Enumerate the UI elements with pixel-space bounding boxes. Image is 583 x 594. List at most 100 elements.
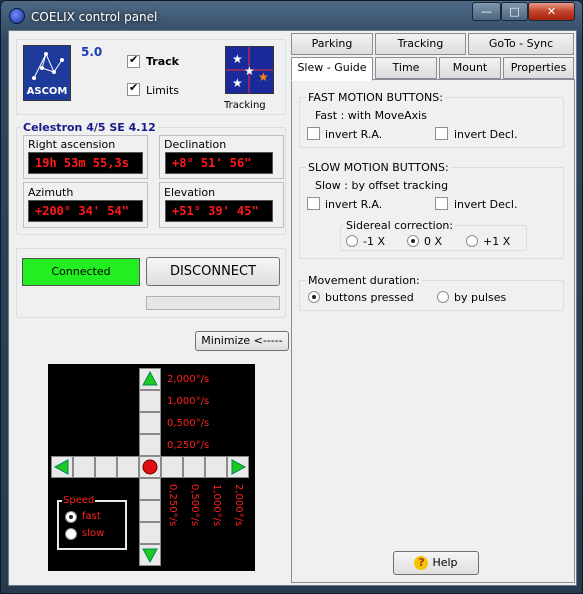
sidereal-minus1-label: -1 X xyxy=(363,235,385,248)
track-checkbox[interactable] xyxy=(127,53,140,68)
movement-title: Movement duration: xyxy=(306,274,422,287)
green-right-arrow-icon xyxy=(231,459,247,475)
tab-slew-guide[interactable]: Slew - Guide xyxy=(291,57,373,81)
tab-time[interactable]: Time xyxy=(375,57,437,79)
tab-page xyxy=(291,79,575,583)
green-left-arrow-icon xyxy=(53,459,69,475)
north-speed-4-button[interactable] xyxy=(139,434,161,456)
ascom-logo: ASCOM xyxy=(23,45,71,101)
west-speed-4-button[interactable] xyxy=(117,456,139,478)
disconnect-button[interactable]: DISCONNECT xyxy=(146,257,280,286)
tab-mount[interactable]: Mount xyxy=(439,57,501,79)
green-up-arrow-icon xyxy=(142,370,158,386)
az-label: Azimuth xyxy=(28,186,74,199)
limits-checkbox[interactable] xyxy=(127,81,140,96)
south-speed-4-button[interactable] xyxy=(139,478,161,500)
slow-invert-dec-checkbox[interactable] xyxy=(435,197,448,210)
constellation-icon xyxy=(32,52,64,80)
tab-tracking[interactable]: Tracking xyxy=(375,33,466,55)
south-speed-2-button[interactable] xyxy=(139,522,161,544)
north-speed-2-button[interactable] xyxy=(139,390,161,412)
ra-value: 19h 53m 55,3s xyxy=(28,152,143,174)
slow-invert-dec-label: invert Decl. xyxy=(454,198,518,211)
tracking-icon[interactable]: ★ ★ ★ ★ xyxy=(225,46,274,94)
fast-label: fast xyxy=(82,511,101,522)
telescope-group-title: Celestron 4/5 SE 4.12 xyxy=(21,121,158,134)
sidereal-title: Sidereal correction: xyxy=(344,219,456,232)
maximize-window-button[interactable]: □ xyxy=(501,2,528,21)
speed-label-up-4: 0,250°/s xyxy=(167,440,210,451)
title-bar[interactable]: COELIX control panel — □ ✕ xyxy=(1,1,583,31)
south-speed-3-button[interactable] xyxy=(139,500,161,522)
dec-label: Declination xyxy=(164,138,227,151)
speed-label-up-2: 1,000°/s xyxy=(167,396,210,407)
sidereal-minus1-radio[interactable] xyxy=(346,235,358,247)
west-speed-2-button[interactable] xyxy=(73,456,95,478)
svg-text:★: ★ xyxy=(232,52,243,66)
north-speed-3-button[interactable] xyxy=(139,412,161,434)
speed-label-down-2: 0,500°/s xyxy=(189,484,200,527)
fast-motion-title: FAST MOTION BUTTONS: xyxy=(306,91,445,104)
east-speed-2-button[interactable] xyxy=(205,456,227,478)
logo-text: ASCOM xyxy=(26,86,68,97)
stop-button[interactable] xyxy=(139,456,161,478)
tab-goto-sync[interactable]: GoTo - Sync xyxy=(468,33,574,55)
slow-radio[interactable] xyxy=(65,528,77,540)
east-fast-button[interactable] xyxy=(227,456,249,478)
sidereal-plus1-label: +1 X xyxy=(483,235,511,248)
tracking-icon-label: Tracking xyxy=(224,100,266,111)
help-label: Help xyxy=(432,556,458,569)
fast-radio[interactable] xyxy=(65,511,77,523)
svg-text:★: ★ xyxy=(232,76,243,90)
fast-invert-dec-checkbox[interactable] xyxy=(435,127,448,140)
by-pulses-radio[interactable] xyxy=(437,291,449,303)
by-pulses-label: by pulses xyxy=(454,291,507,304)
green-down-arrow-icon xyxy=(142,548,158,564)
buttons-pressed-label: buttons pressed xyxy=(325,291,414,304)
direction-pad: 2,000°/s 1,000°/s 0,500°/s 0,250°/s 0,25… xyxy=(48,364,255,571)
speed-group-title: Speed xyxy=(62,495,96,506)
speed-label-down-1: 0,250°/s xyxy=(167,484,178,527)
slow-motion-title: SLOW MOTION BUTTONS: xyxy=(306,161,451,174)
client-area: ASCOM 5.0 Track Limits ★ ★ ★ ★ Tracking … xyxy=(8,30,577,586)
main-window: COELIX control panel — □ ✕ ASCOM 5.0 Tra… xyxy=(0,0,583,594)
az-value: +200° 34' 54" xyxy=(28,200,143,222)
slow-invert-ra-checkbox[interactable] xyxy=(307,197,320,210)
window-title: COELIX control panel xyxy=(31,10,158,24)
progress-bar xyxy=(146,296,280,310)
version-label: 5.0 xyxy=(81,45,103,59)
south-fast-button[interactable] xyxy=(139,544,161,566)
fast-invert-dec-label: invert Decl. xyxy=(454,128,518,141)
west-fast-button[interactable] xyxy=(51,456,73,478)
app-icon xyxy=(9,8,25,24)
el-value: +51° 39' 45" xyxy=(165,200,273,222)
minimize-panel-button[interactable]: Minimize <----- xyxy=(195,331,289,351)
buttons-pressed-radio[interactable] xyxy=(308,291,320,303)
sidereal-0-radio[interactable] xyxy=(407,235,419,247)
minimize-window-button[interactable]: — xyxy=(472,2,501,21)
speed-label-down-4: 2,000°/s xyxy=(233,484,244,527)
el-label: Elevation xyxy=(164,186,216,199)
sidereal-0-label: 0 X xyxy=(424,235,443,248)
north-fast-button[interactable] xyxy=(139,368,161,390)
svg-text:★: ★ xyxy=(258,70,269,84)
help-button[interactable]: ? Help xyxy=(393,551,479,575)
red-stop-icon xyxy=(142,459,158,475)
question-icon: ? xyxy=(414,556,429,570)
sidereal-plus1-radio[interactable] xyxy=(466,235,478,247)
west-speed-3-button[interactable] xyxy=(95,456,117,478)
limits-label: Limits xyxy=(146,84,179,97)
connection-status: Connected xyxy=(22,258,140,286)
tab-parking[interactable]: Parking xyxy=(291,33,373,55)
ra-label: Right ascension xyxy=(28,138,116,151)
speed-label-down-3: 1,000°/s xyxy=(211,484,222,527)
tab-properties[interactable]: Properties xyxy=(503,57,574,79)
slow-motion-desc: Slow : by offset tracking xyxy=(315,179,449,192)
track-label: Track xyxy=(146,55,179,68)
fast-invert-ra-checkbox[interactable] xyxy=(307,127,320,140)
east-speed-3-button[interactable] xyxy=(183,456,205,478)
fast-motion-desc: Fast : with MoveAxis xyxy=(315,109,427,122)
east-speed-4-button[interactable] xyxy=(161,456,183,478)
close-window-button[interactable]: ✕ xyxy=(528,2,575,21)
speed-group xyxy=(57,500,127,550)
